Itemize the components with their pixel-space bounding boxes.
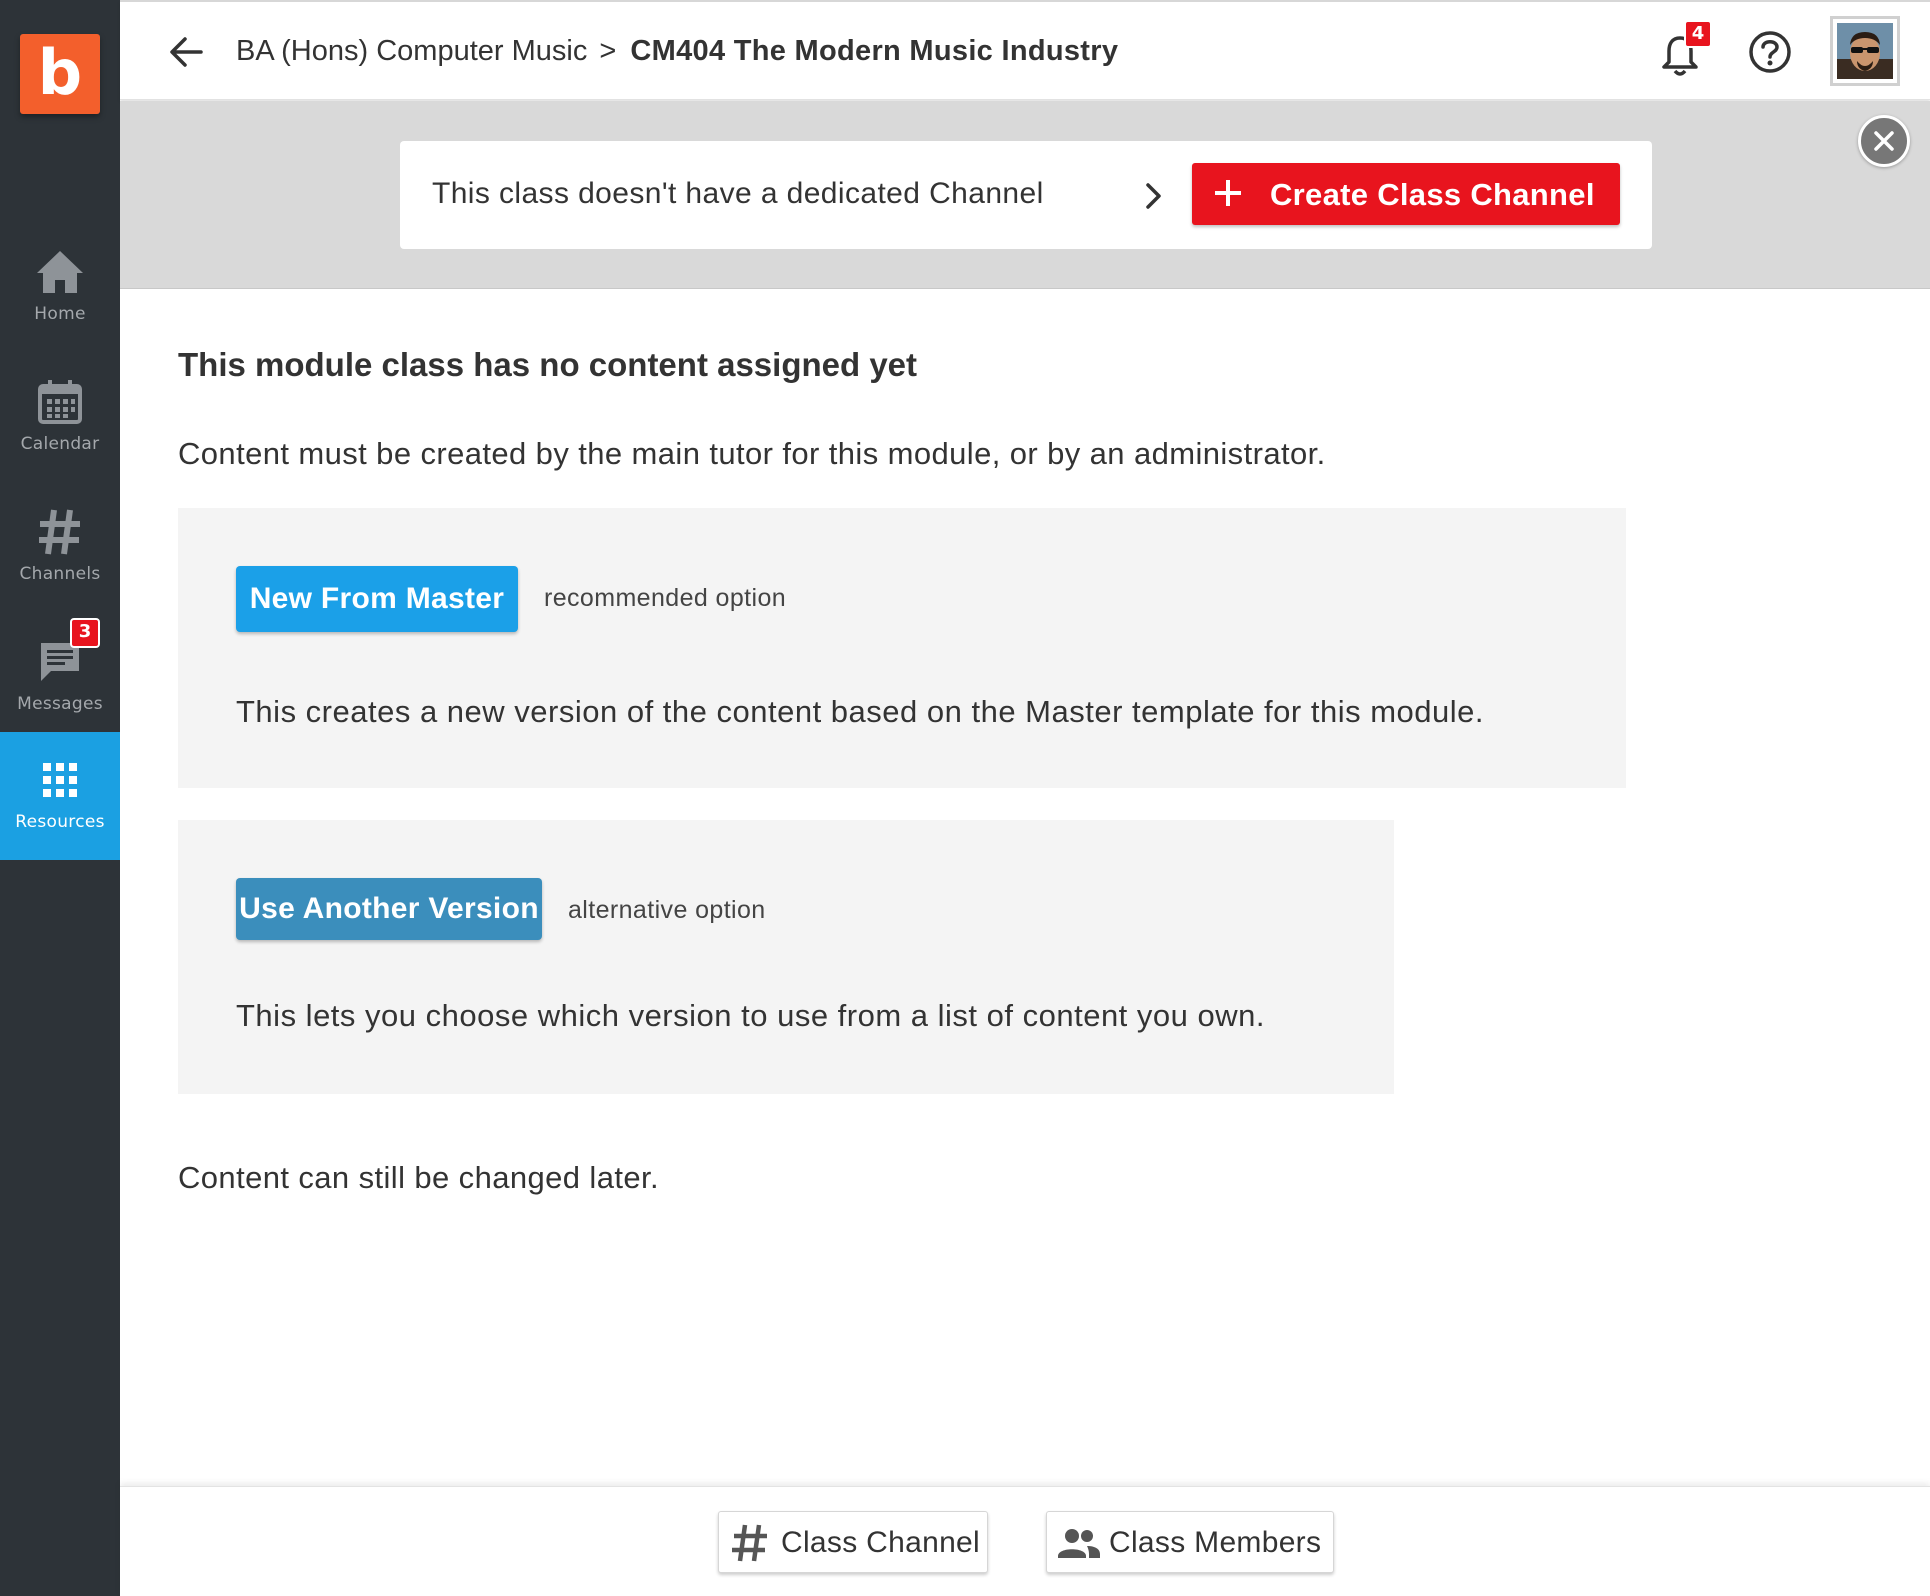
- grid-icon: [0, 752, 120, 808]
- channel-notice-text: This class doesn't have a dedicated Chan…: [432, 177, 1044, 210]
- sidebar-item-label: Home: [34, 304, 86, 324]
- sidebar-item-resources[interactable]: Resources: [0, 732, 120, 860]
- user-avatar[interactable]: [1830, 16, 1900, 86]
- sidebar-item-home[interactable]: Home: [0, 224, 120, 352]
- sidebar: b Home Calendar Channels 3 Messages Reso…: [0, 0, 120, 1596]
- home-icon: [0, 244, 120, 300]
- option-description: This lets you choose which version to us…: [236, 998, 1265, 1033]
- notifications-bell-icon[interactable]: 4: [1660, 20, 1712, 78]
- channel-banner: This class doesn't have a dedicated Chan…: [120, 101, 1930, 289]
- sidebar-item-label: Messages: [17, 694, 103, 714]
- people-icon: [1057, 1522, 1100, 1564]
- close-icon: [1874, 131, 1894, 151]
- sidebar-item-label: Resources: [15, 812, 105, 832]
- breadcrumb: BA (Hons) Computer Music > CM404 The Mod…: [236, 35, 1118, 68]
- sidebar-item-label: Calendar: [20, 434, 100, 454]
- class-channel-label: Class Channel: [781, 1526, 981, 1559]
- breadcrumb-separator: >: [599, 35, 617, 67]
- create-class-channel-button[interactable]: Create Class Channel: [1192, 163, 1620, 225]
- notifications-badge: 4: [1684, 20, 1712, 48]
- footer-note: Content can still be changed later.: [178, 1160, 660, 1195]
- plus-icon: [1210, 175, 1246, 211]
- sidebar-item-label: Channels: [19, 564, 101, 584]
- breadcrumb-current: CM404 The Modern Music Industry: [630, 35, 1119, 67]
- app-logo[interactable]: b: [20, 34, 100, 114]
- option-panel-new-from-master: New From Master recommended option This …: [178, 508, 1626, 788]
- class-channel-button[interactable]: Class Channel: [718, 1511, 988, 1573]
- channel-notice-card: This class doesn't have a dedicated Chan…: [400, 141, 1652, 249]
- hashtag-icon: [729, 1522, 771, 1564]
- sidebar-item-channels[interactable]: Channels: [0, 484, 120, 612]
- chevron-right-icon: [1138, 179, 1168, 213]
- new-from-master-button[interactable]: New From Master: [236, 566, 518, 632]
- option-panel-use-another-version: Use Another Version alternative option T…: [178, 820, 1394, 1094]
- hashtag-icon: [0, 504, 120, 560]
- back-arrow-icon[interactable]: [168, 34, 204, 70]
- bottom-bar: Class Channel Class Members: [120, 1486, 1930, 1596]
- option-tag: recommended option: [544, 584, 787, 612]
- calendar-icon: [0, 374, 120, 430]
- option-tag: alternative option: [568, 896, 766, 924]
- intro-text: Content must be created by the main tuto…: [178, 436, 1326, 471]
- messages-badge: 3: [70, 618, 100, 648]
- close-banner-button[interactable]: [1858, 115, 1910, 167]
- create-class-channel-label: Create Class Channel: [1270, 177, 1595, 212]
- use-another-version-button[interactable]: Use Another Version: [236, 878, 542, 940]
- message-icon: [0, 634, 120, 690]
- sidebar-item-messages[interactable]: 3 Messages: [0, 614, 120, 742]
- class-members-button[interactable]: Class Members: [1046, 1511, 1334, 1573]
- page-heading: This module class has no content assigne…: [178, 346, 918, 383]
- help-icon[interactable]: [1748, 30, 1792, 74]
- option-description: This creates a new version of the conten…: [236, 694, 1484, 729]
- class-members-label: Class Members: [1109, 1526, 1322, 1559]
- top-header: BA (Hons) Computer Music > CM404 The Mod…: [120, 0, 1930, 100]
- breadcrumb-parent[interactable]: BA (Hons) Computer Music: [236, 35, 587, 67]
- sidebar-item-calendar[interactable]: Calendar: [0, 354, 120, 482]
